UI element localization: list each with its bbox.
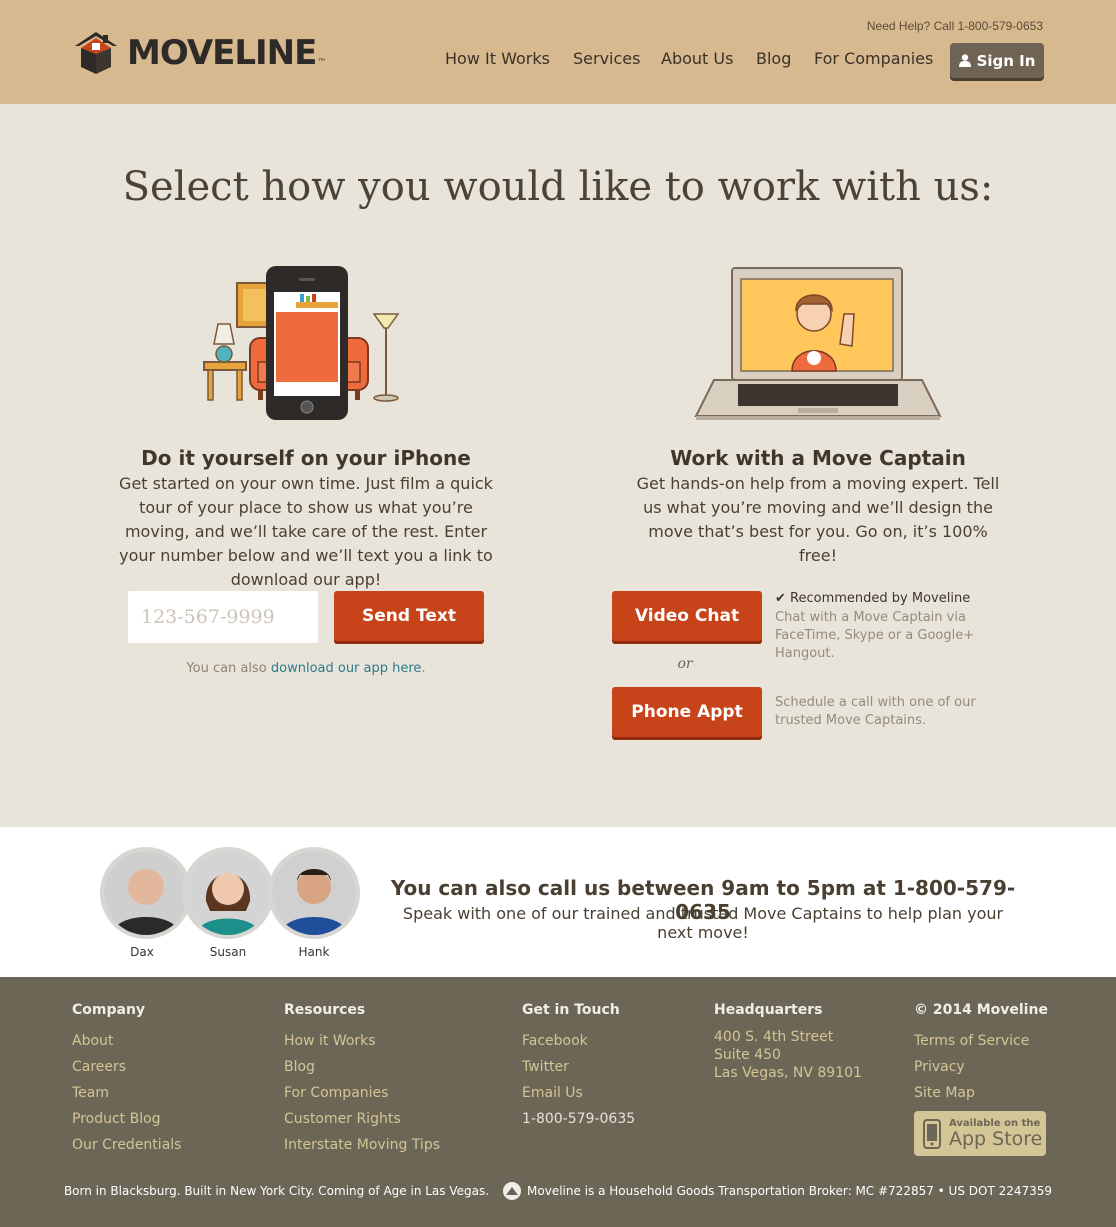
move-captain-title: Work with a Move Captain	[670, 446, 966, 470]
footer-hq-street: 400 S. 4th Street	[714, 1029, 834, 1045]
avatar-susan	[182, 847, 274, 939]
footer-link-blog[interactable]: Blog	[284, 1054, 440, 1080]
footer-hq-column: Headquarters 400 S. 4th Street Suite 450…	[714, 1002, 862, 1082]
avatar-name-hank: Hank	[298, 945, 330, 959]
download-app-suffix: .	[421, 661, 426, 676]
footer-company-column: Company About Careers Team Product Blog …	[72, 1002, 181, 1158]
user-icon	[958, 54, 971, 67]
nav-blog[interactable]: Blog	[756, 49, 791, 68]
recommended-label: Recommended by Moveline	[790, 591, 971, 606]
nav-services[interactable]: Services	[573, 49, 640, 68]
iphone-living-room-illustration	[203, 266, 400, 420]
send-text-button[interactable]: Send Text	[334, 591, 484, 641]
recommended-note: ✔ Recommended by Moveline	[775, 591, 970, 606]
footer-link-about[interactable]: About	[72, 1028, 181, 1054]
footer-link-email-us[interactable]: Email Us	[522, 1080, 635, 1106]
video-chat-description: Chat with a Move Captain via FaceTime, S…	[775, 610, 975, 661]
download-app-note: You can also download our app here.	[128, 661, 484, 676]
footer-bottom-line: Born in Blacksburg. Built in New York Ci…	[0, 1182, 1116, 1200]
footer-link-product-blog[interactable]: Product Blog	[72, 1106, 181, 1132]
sign-in-label: Sign In	[976, 51, 1036, 70]
app-store-big-text: App Store	[949, 1128, 1043, 1150]
site-header: MOVELINE ™ Need Help? Call 1-800-579-0653…	[0, 0, 1116, 104]
footer-link-twitter[interactable]: Twitter	[522, 1054, 635, 1080]
footer-link-interstate-moving-tips[interactable]: Interstate Moving Tips	[284, 1132, 440, 1158]
help-phone-text: Need Help? Call 1-800-579-0653	[866, 19, 1043, 33]
footer-resources-column: Resources How it Works Blog For Companie…	[284, 1002, 440, 1158]
phone-number-input[interactable]	[128, 591, 318, 643]
phone-appt-description: Schedule a call with one of our trusted …	[775, 695, 976, 728]
footer-hq-suite: Suite 450	[714, 1047, 781, 1063]
footer-link-careers[interactable]: Careers	[72, 1054, 181, 1080]
call-us-subtitle: Speak with one of our trained and truste…	[402, 904, 1004, 942]
road-sign-icon	[503, 1182, 522, 1200]
footer-tagline: Born in Blacksburg. Built in New York Ci…	[63, 1184, 490, 1198]
avatar-name-dax: Dax	[130, 945, 154, 959]
footer-link-our-credentials[interactable]: Our Credentials	[72, 1132, 181, 1158]
footer-link-team[interactable]: Team	[72, 1080, 181, 1106]
avatar-hank	[268, 847, 360, 939]
footer-link-facebook[interactable]: Facebook	[522, 1028, 635, 1054]
phone-appt-button[interactable]: Phone Appt	[612, 687, 762, 737]
diy-description: Get started on your own time. Just film …	[119, 474, 493, 589]
footer-link-terms[interactable]: Terms of Service	[914, 1028, 1048, 1054]
download-app-link[interactable]: download our app here	[271, 661, 422, 676]
box-house-logo-icon	[75, 32, 117, 74]
footer-hq-city: Las Vegas, NV 89101	[714, 1065, 862, 1081]
move-captain-description: Get hands-on help from a moving expert. …	[636, 474, 1000, 565]
footer-link-customer-rights[interactable]: Customer Rights	[284, 1106, 440, 1132]
checkmark-icon: ✔	[775, 591, 786, 606]
nav-about-us[interactable]: About Us	[661, 49, 733, 68]
footer-resources-heading: Resources	[284, 1002, 366, 1018]
sign-in-button[interactable]: Sign In	[950, 43, 1044, 78]
nav-for-companies[interactable]: For Companies	[814, 49, 933, 68]
footer-company-heading: Company	[72, 1002, 146, 1018]
footer-copyright: © 2014 Moveline	[914, 1002, 1048, 1018]
footer-legal-column: © 2014 Moveline Terms of Service Privacy…	[914, 1002, 1048, 1106]
diy-title: Do it yourself on your iPhone	[141, 446, 471, 470]
brand-name: MOVELINE	[127, 33, 317, 73]
footer-broker-info: Moveline is a Household Goods Transporta…	[527, 1184, 1053, 1198]
footer-link-privacy[interactable]: Privacy	[914, 1054, 1048, 1080]
avatar-dax	[100, 847, 192, 939]
footer-touch-heading: Get in Touch	[522, 1002, 620, 1018]
nav-how-it-works[interactable]: How It Works	[445, 49, 550, 68]
or-separator: or	[677, 656, 693, 672]
laptop-move-captain-illustration	[694, 267, 942, 420]
footer-touch-column: Get in Touch Facebook Twitter Email Us 1…	[522, 1002, 635, 1132]
footer-hq-heading: Headquarters	[714, 1002, 823, 1018]
footer-link-site-map[interactable]: Site Map	[914, 1080, 1048, 1106]
video-chat-button[interactable]: Video Chat	[612, 591, 762, 641]
moveline-logo[interactable]: MOVELINE ™	[73, 30, 326, 76]
app-store-badge[interactable]: Available on the App Store	[914, 1111, 1046, 1156]
page-headline: Select how you would like to work with u…	[122, 164, 994, 210]
footer-link-how-it-works[interactable]: How it Works	[284, 1028, 440, 1054]
footer-link-for-companies[interactable]: For Companies	[284, 1080, 440, 1106]
trademark: ™	[317, 58, 327, 68]
footer-phone-number: 1-800-579-0635	[522, 1111, 636, 1127]
avatar-name-susan: Susan	[209, 945, 247, 959]
iphone-icon	[923, 1118, 941, 1149]
download-app-prefix: You can also	[186, 661, 271, 676]
